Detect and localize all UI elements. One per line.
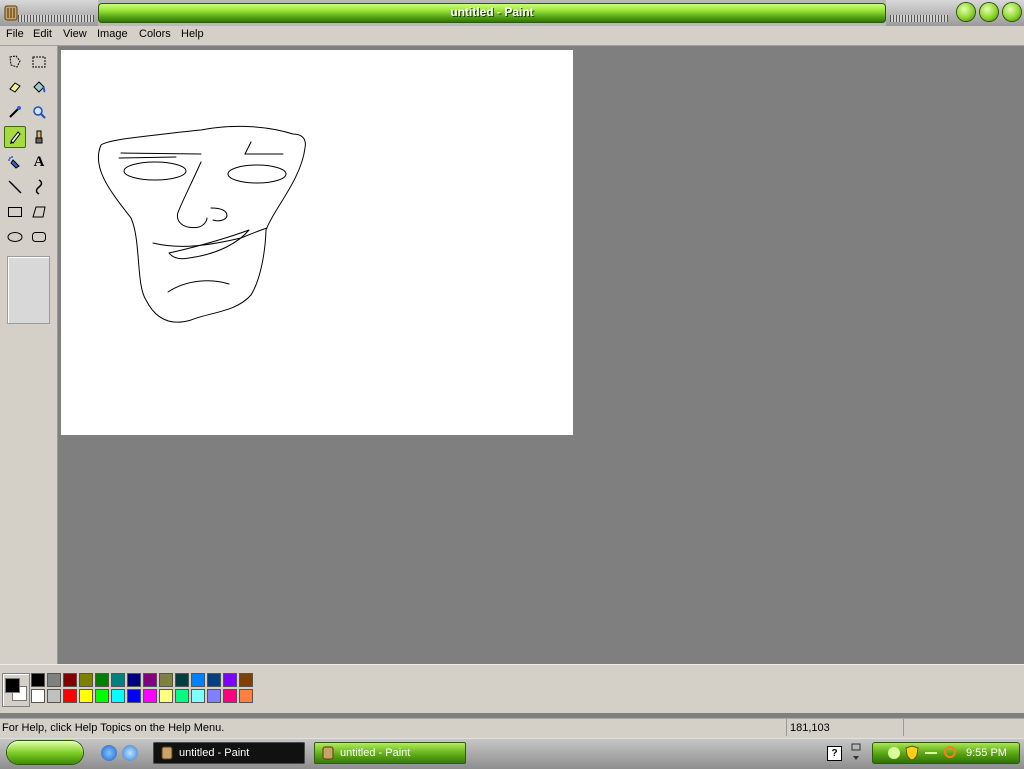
paint-task-icon [322, 746, 334, 760]
taskbar-item-label: untitled - Paint [340, 747, 411, 759]
palette-swatch[interactable] [47, 673, 61, 687]
palette-swatch[interactable] [79, 689, 93, 703]
close-button[interactable] [1003, 3, 1021, 21]
palette-swatch[interactable] [47, 689, 61, 703]
drawing-canvas[interactable] [61, 50, 573, 435]
palette-swatch[interactable] [95, 673, 109, 687]
brush-icon[interactable] [28, 126, 50, 148]
taskbar-clock: 9:55 PM [966, 747, 1007, 759]
window-title: untitled - Paint [450, 5, 534, 19]
status-help-text: For Help, click Help Topics on the Help … [2, 722, 225, 734]
paint-task-icon [161, 746, 173, 760]
status-size-panel [903, 719, 1024, 736]
pencil-icon[interactable] [4, 126, 26, 148]
start-button[interactable] [7, 741, 83, 764]
fill-bucket-icon[interactable] [28, 76, 50, 98]
menu-image[interactable]: Image [97, 28, 128, 40]
palette-swatch[interactable] [143, 673, 157, 687]
tool-options-box[interactable] [7, 256, 50, 324]
palette-swatch[interactable] [239, 689, 253, 703]
menu-file[interactable]: File [6, 28, 24, 40]
cursor-coordinates: 181,103 [790, 722, 830, 734]
palette-swatch[interactable] [111, 689, 125, 703]
tray-arrows-icon[interactable] [850, 743, 862, 763]
paint-app-icon[interactable] [4, 5, 18, 21]
menu-bar: File Edit View Image Colors Help [0, 26, 1024, 46]
polygon-icon[interactable] [28, 201, 50, 223]
foreground-color-swatch[interactable] [5, 678, 20, 693]
line-icon[interactable] [4, 176, 26, 198]
help-icon[interactable]: ? [827, 746, 842, 761]
network-icon[interactable] [888, 747, 900, 759]
palette-swatch[interactable] [31, 673, 45, 687]
internet-explorer-icon[interactable] [101, 745, 117, 761]
palette-swatch[interactable] [31, 689, 45, 703]
menu-view[interactable]: View [63, 28, 87, 40]
palette-swatch[interactable] [207, 689, 221, 703]
palette-swatch[interactable] [239, 673, 253, 687]
palette-swatch[interactable] [159, 673, 173, 687]
palette-swatch[interactable] [191, 673, 205, 687]
magnifier-icon[interactable] [28, 101, 50, 123]
rounded-rectangle-icon[interactable] [28, 226, 50, 248]
free-form-select-icon[interactable] [4, 51, 26, 73]
curve-icon[interactable] [28, 176, 50, 198]
rectangle-select-icon[interactable] [28, 51, 50, 73]
palette-swatch[interactable] [127, 689, 141, 703]
menu-edit[interactable]: Edit [33, 28, 52, 40]
maximize-button[interactable] [980, 3, 998, 21]
palette-swatch[interactable] [111, 673, 125, 687]
menu-colors[interactable]: Colors [139, 28, 171, 40]
palette-swatch[interactable] [79, 673, 93, 687]
taskbar-item-label: untitled - Paint [179, 747, 250, 759]
color-picker-icon[interactable] [4, 101, 26, 123]
palette-swatch[interactable] [127, 673, 141, 687]
palette-swatch[interactable] [63, 673, 77, 687]
browser-quicklaunch-icon[interactable] [122, 745, 138, 761]
palette-swatch[interactable] [223, 689, 237, 703]
eraser-icon[interactable] [4, 76, 26, 98]
ellipse-icon[interactable] [4, 226, 26, 248]
palette-swatch[interactable] [143, 689, 157, 703]
palette-swatch[interactable] [191, 689, 205, 703]
rectangle-icon[interactable] [4, 201, 26, 223]
menu-help[interactable]: Help [181, 28, 204, 40]
palette-swatch[interactable] [159, 689, 173, 703]
palette-swatch[interactable] [175, 689, 189, 703]
search-icon[interactable] [944, 746, 956, 758]
taskbar-item-paint-active[interactable]: untitled - Paint [314, 742, 466, 764]
shield-icon[interactable] [905, 745, 919, 761]
airbrush-icon[interactable] [4, 151, 26, 173]
palette-swatch[interactable] [175, 673, 189, 687]
palette-swatch[interactable] [63, 689, 77, 703]
volume-icon[interactable] [925, 752, 937, 754]
palette-swatch[interactable] [95, 689, 109, 703]
taskbar-item-paint[interactable]: untitled - Paint [153, 742, 305, 764]
palette-swatch[interactable] [207, 673, 221, 687]
minimize-button[interactable] [957, 3, 975, 21]
text-icon[interactable]: A [28, 151, 50, 173]
palette-swatch[interactable] [223, 673, 237, 687]
